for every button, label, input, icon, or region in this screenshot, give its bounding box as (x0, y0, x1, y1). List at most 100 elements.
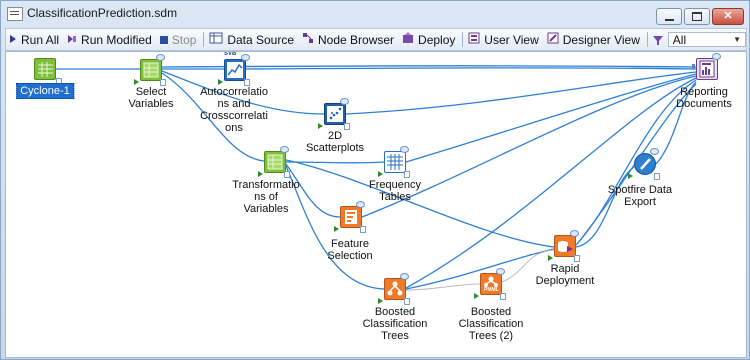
toolbar-separator (646, 32, 648, 47)
app-window: ClassificationPrediction.sdm ✕ Run All R… (0, 0, 750, 360)
status-dot-icon (241, 54, 250, 61)
status-dot-icon (356, 201, 365, 208)
designer-view-label: Designer View (562, 32, 640, 47)
node-browser-button[interactable]: Node Browser (299, 30, 399, 49)
decision-tree-icon (384, 278, 406, 300)
output-port-icon (404, 171, 410, 178)
filter-icon (650, 30, 666, 49)
user-view-icon (468, 32, 480, 47)
rapid-deployment-icon (554, 235, 576, 257)
status-dot-icon (340, 98, 349, 105)
designer-view-icon (547, 32, 559, 47)
node-label-transformations: Transformatio ns of Variables (232, 179, 300, 215)
designer-view-button[interactable]: Designer View (544, 30, 645, 49)
node-label-reporting-documents: Reporting Documents (676, 86, 732, 110)
edge-transform-rapid (285, 159, 555, 248)
output-port-icon (654, 173, 660, 180)
title-bar[interactable]: ClassificationPrediction.sdm ✕ (1, 1, 749, 27)
node-label-boosted-trees: Boosted Classification Trees (362, 306, 428, 342)
status-dot-icon (712, 53, 721, 60)
maximize-button[interactable] (684, 8, 710, 25)
spotfire-icon (634, 153, 656, 175)
node-browser-icon (302, 32, 314, 47)
run-all-button[interactable]: Run All (6, 30, 64, 49)
status-dot-icon (400, 273, 409, 280)
node-label-boosted-trees-2: Boosted Classification Trees (2) (458, 306, 524, 342)
minimize-button[interactable] (656, 8, 682, 25)
report-document-icon (696, 58, 718, 80)
run-indicator-icon (258, 171, 263, 177)
output-port-icon (574, 255, 580, 262)
stop-button[interactable]: Stop (157, 30, 202, 49)
run-indicator-icon (318, 123, 323, 129)
chevron-down-icon: ▼ (733, 35, 741, 44)
output-port-icon (500, 293, 506, 300)
run-indicator-icon (474, 293, 479, 299)
select-variables-icon (140, 59, 162, 81)
close-button[interactable]: ✕ (712, 8, 744, 25)
stop-label: Stop (171, 32, 197, 47)
edge-transform-freq (285, 161, 385, 164)
toolbar-separator (203, 32, 205, 47)
output-port-icon (344, 123, 350, 130)
document-icon (7, 7, 23, 21)
line-chart-icon (224, 59, 246, 81)
run-modified-label: Run Modified (81, 32, 152, 47)
play-icon (9, 33, 17, 47)
view-filter-select[interactable]: All ▼ (667, 32, 746, 47)
run-indicator-icon (628, 173, 633, 179)
spreadsheet-icon (34, 58, 56, 80)
status-dot-icon (400, 146, 409, 153)
output-port-icon (284, 171, 290, 178)
output-port-icon (244, 79, 250, 86)
view-filter-value: All (672, 32, 687, 47)
edge-scatter-reporting (345, 71, 697, 115)
stop-icon (159, 33, 168, 47)
node-label-cyclone: Cyclone-1 (16, 83, 74, 99)
run-indicator-icon (334, 226, 339, 232)
deploy-button[interactable]: Deploy (399, 30, 460, 49)
data-source-label: Data Source (227, 32, 295, 47)
status-dot-icon (570, 230, 579, 237)
run-all-label: Run All (21, 32, 60, 47)
user-view-label: User View (484, 32, 539, 47)
node-label-2d-scatterplots: 2D Scatterplots (305, 130, 365, 154)
status-dot-icon (156, 54, 165, 61)
status-dot-icon (280, 146, 289, 153)
status-dot-icon (496, 268, 505, 275)
scatterplot-icon (324, 103, 346, 125)
user-view-button[interactable]: User View (465, 30, 543, 49)
feature-selection-icon (340, 206, 362, 228)
node-label-frequency-tables: Frequency Tables (369, 179, 421, 203)
transform-table-icon (264, 151, 286, 173)
run-indicator-icon (218, 79, 223, 85)
input-port-icon (692, 64, 695, 69)
node-label-autocorrelations: Autocorrelatio ns and Crosscorrelati ons (200, 86, 268, 134)
window-title: ClassificationPrediction.sdm (27, 6, 178, 20)
run-modified-button[interactable]: Run Modified (64, 30, 157, 49)
data-source-button[interactable]: Data Source (206, 30, 299, 49)
output-port-icon (404, 298, 410, 305)
output-port-icon (160, 79, 166, 86)
node-label-spotfire-export: Spotfire Data Export (607, 184, 673, 208)
pmml-badge: PMML (484, 287, 499, 293)
deploy-icon (402, 32, 414, 47)
run-indicator-icon (134, 79, 139, 85)
workspace-canvas[interactable]: Cyclone-1 Select Variables SVB Autocorre… (5, 51, 747, 358)
minimize-icon (664, 18, 674, 21)
edge-autocorr-reporting (245, 67, 697, 70)
node-label-select-variables: Select Variables (128, 86, 174, 110)
toolbar-separator (462, 32, 464, 47)
pmml-tree-icon: PMML (480, 273, 502, 295)
deploy-label: Deploy (418, 32, 456, 47)
output-port-icon (360, 226, 366, 233)
run-indicator-icon (548, 255, 553, 261)
status-dot-icon (650, 148, 659, 155)
maximize-icon (692, 12, 702, 21)
toolbar: Run All Run Modified Stop Data Source No… (5, 28, 747, 51)
close-icon: ✕ (723, 10, 733, 22)
run-modified-icon (67, 33, 77, 47)
node-label-rapid-deployment: Rapid Deployment (535, 263, 595, 287)
node-browser-label: Node Browser (318, 32, 395, 47)
node-label-feature-selection: Feature Selection (327, 238, 373, 262)
